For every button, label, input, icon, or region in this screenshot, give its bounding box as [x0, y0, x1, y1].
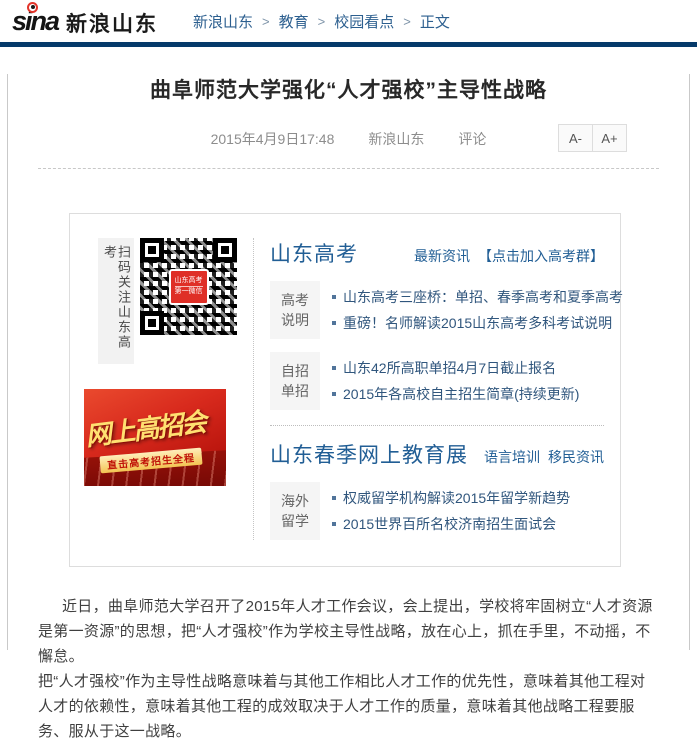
article-meta-row: 2015年4月9日17:48 新浪山东 评论 A- A+ [38, 124, 659, 152]
qr-finder-icon [213, 238, 237, 262]
article-body: 近日，曲阜师范大学召开了2015年人才工作会议，会上提出，学校将牢固树立“人才资… [38, 594, 659, 744]
promo-right-column: 山东高考 最新资讯 【点击加入高考群】 高考 说明 山东高考三座桥：单招、春季高… [254, 238, 620, 540]
breadcrumb: 新浪山东 > 教育 > 校园看点 > 正文 [193, 11, 450, 32]
bullet-icon [332, 366, 336, 370]
section-shandong-gaokao[interactable]: 山东高考 [270, 238, 358, 268]
news-link[interactable]: 山东42所高职单招4月7日截止报名 [332, 355, 579, 381]
immigration-info-link[interactable]: 移民资讯 [548, 447, 604, 467]
group-gaokao-shuoming: 高考 说明 山东高考三座桥：单招、春季高考和夏季高考 重磅！名师解读2015山东… [270, 281, 604, 339]
comments-link[interactable]: 评论 [458, 129, 486, 149]
gaokao-promo-box: 扫码关注山东高考 山东高考 第一微信 网上高招会 直击高考招生全程 [69, 213, 621, 567]
horizontal-dotted-divider [270, 425, 604, 426]
online-expo-banner[interactable]: 网上高招会 直击高考招生全程 [84, 389, 226, 486]
breadcrumb-education[interactable]: 教育 [279, 11, 309, 32]
bullet-icon [332, 522, 336, 526]
article-title: 曲阜师范大学强化“人才强校”主导性战略 [38, 74, 659, 104]
breadcrumb-separator-icon: > [403, 14, 411, 29]
news-link[interactable]: 2015世界百所名校济南招生面试会 [332, 511, 570, 537]
promo-left-column: 扫码关注山东高考 山东高考 第一微信 网上高招会 直击高考招生全程 [84, 238, 240, 540]
qr-finder-icon [140, 238, 164, 262]
news-link[interactable]: 权威留学机构解读2015年留学新趋势 [332, 485, 570, 511]
source-label: 新浪山东 [368, 129, 424, 149]
news-link[interactable]: 山东高考三座桥：单招、春季高考和夏季高考 [332, 284, 623, 310]
font-smaller-button[interactable]: A- [559, 125, 592, 151]
qr-finder-icon [140, 311, 164, 335]
language-training-link[interactable]: 语言培训 [484, 447, 540, 467]
content-frame: 曲阜师范大学强化“人才强校”主导性战略 2015年4月9日17:48 新浪山东 … [7, 74, 690, 650]
site-name: 新浪山东 [66, 14, 158, 35]
banner-title: 网上高招会 [84, 402, 207, 453]
sina-wordmark: sina [12, 8, 58, 35]
qr-center-badge: 山东高考 第一微信 [169, 269, 209, 305]
bullet-icon [332, 321, 336, 325]
dashed-divider [38, 168, 659, 169]
breadcrumb-separator-icon: > [318, 14, 326, 29]
news-link[interactable]: 2015年各高校自主招生简章(持续更新) [332, 381, 579, 407]
bullet-icon [332, 392, 336, 396]
breadcrumb-separator-icon: > [262, 14, 270, 29]
breadcrumb-current: 正文 [420, 11, 450, 32]
latest-news-link[interactable]: 最新资讯 [414, 246, 470, 266]
group-label: 海外 留学 [270, 482, 320, 540]
bullet-icon [332, 295, 336, 299]
qr-code: 山东高考 第一微信 [140, 238, 237, 335]
header-divider [0, 42, 697, 47]
article-paragraph: 近日，曲阜师范大学召开了2015年人才工作会议，会上提出，学校将牢固树立“人才资… [38, 594, 659, 669]
group-overseas-study: 海外 留学 权威留学机构解读2015年留学新趋势 2015世界百所名校济南招生面… [270, 482, 604, 540]
qr-caption: 扫码关注山东高考 [98, 238, 134, 364]
font-larger-button[interactable]: A+ [592, 125, 626, 151]
sina-logo[interactable]: sina 新浪山东 [12, 8, 158, 35]
sina-eye-icon [27, 2, 38, 13]
publish-date: 2015年4月9日17:48 [211, 129, 335, 149]
section-spring-expo[interactable]: 山东春季网上教育展 [270, 439, 468, 469]
join-group-link[interactable]: 【点击加入高考群】 [478, 246, 604, 266]
top-header: sina 新浪山东 新浪山东 > 教育 > 校园看点 > 正文 [0, 0, 697, 42]
font-size-controls: A- A+ [558, 124, 627, 152]
group-label: 自招 单招 [270, 352, 320, 410]
breadcrumb-home[interactable]: 新浪山东 [193, 11, 253, 32]
group-zizhao-danzhao: 自招 单招 山东42所高职单招4月7日截止报名 2015年各高校自主招生简章(持… [270, 352, 604, 410]
article-paragraph: 把“人才强校”作为主导性战略意味着与其他工作相比人才工作的优先性，意味着其他工程… [38, 669, 659, 744]
bullet-icon [332, 496, 336, 500]
group-label: 高考 说明 [270, 281, 320, 339]
banner-subtitle: 直击高考招生全程 [99, 448, 202, 474]
breadcrumb-campus[interactable]: 校园看点 [334, 11, 394, 32]
news-link[interactable]: 重磅！名师解读2015山东高考多科考试说明 [332, 310, 623, 336]
